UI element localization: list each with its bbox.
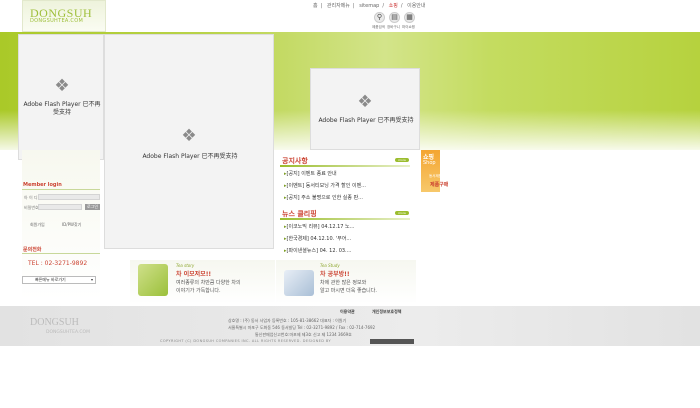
shop-banner-text: 동서제품을 [429, 174, 446, 178]
shop-banner-cta: 제품구매 [430, 182, 449, 188]
tea-study-text: 알고 마시면 더욱 좋습니다. [320, 288, 377, 294]
password-input[interactable] [38, 204, 82, 210]
flash-placeholder-center: ❖ Adobe Flash Player 已不再受支持 [104, 34, 274, 249]
id-label: 아 이 디 [24, 195, 38, 200]
flash-message: Adobe Flash Player 已不再受支持 [142, 153, 238, 160]
tea-story-text: 이야기가 가득합니다. [176, 288, 221, 294]
footer-privacy-link[interactable]: 개인정보보호정책 [372, 309, 401, 315]
footer-logo-subtitle: DONGSUHTEA.COM [46, 330, 90, 335]
divider [22, 189, 100, 190]
top-link-shop[interactable]: 쇼핑 [389, 3, 398, 9]
top-links: 홈 | 관리자메뉴 | sitemap / 쇼핑 / 이용안내 [313, 3, 426, 9]
flash-placeholder-left: ❖ Adobe Flash Player 已不再受支持 [18, 34, 104, 160]
contact-phone: TEL : 02-3271-9892 [28, 260, 88, 267]
tea-story-image [138, 264, 168, 296]
tool-label-myshop: 마이쇼핑 [402, 25, 415, 29]
contact-title: 문의전화 [23, 247, 42, 253]
flash-message: Adobe Flash Player 已不再受支持 [23, 101, 101, 116]
footer-logo: DONGSUH [30, 317, 79, 328]
tea-study-text: 차에 관한 많은 정보와 [320, 280, 367, 286]
notice-item[interactable]: ▸[이벤트] 동서티모닝 가격 할인 이벤... [284, 182, 366, 189]
footer-copyright: COPYRIGHT (C) DONGSUH COMPANIES INC. ALL… [160, 339, 332, 343]
flash-message: Adobe Flash Player 已不再受支持 [318, 117, 414, 124]
flash-placeholder-right: ❖ Adobe Flash Player 已不再受支持 [310, 68, 420, 150]
puzzle-icon: ❖ [181, 126, 197, 146]
login-button[interactable]: 로그인 [85, 204, 100, 210]
cart-icon[interactable]: ▤ [389, 12, 400, 23]
quick-menu-select[interactable]: 빠른메뉴 바로가기 ▾ [22, 276, 96, 284]
footer-terms-link[interactable]: 이용약관 [340, 309, 355, 315]
tea-story-title: 차 이모저모!! [176, 271, 212, 278]
top-link-guide[interactable]: 이용안내 [407, 3, 425, 9]
tea-story-tag: Tea story [176, 263, 195, 268]
bag-icon[interactable]: ▦ [404, 12, 415, 23]
login-title: Member login [23, 182, 62, 188]
notice-item[interactable]: ▸[공지] 주소 불명으로 인한 실종 판... [284, 194, 363, 201]
top-link-home[interactable]: 홈 [313, 3, 318, 9]
tea-study-title: 차 공부방!! [320, 271, 350, 278]
tea-study-tag: Tea Study [320, 263, 340, 268]
news-item[interactable]: ▸[파이낸셜뉴스] 04. 12. 03.... [284, 247, 351, 254]
tea-story-text: 여러종류의 차만큼 다양한 차의 [176, 280, 241, 286]
news-item[interactable]: ▸[이코노믹 리뷰] 04.12.17 노... [284, 223, 354, 230]
logo-subtitle: DONGSUHTEA.COM [30, 18, 84, 24]
footer-registration-line: 통신판매업신고번호:마포제 제3호 신고 제 1234 3669호 [255, 332, 352, 337]
id-input[interactable] [38, 194, 100, 200]
puzzle-icon: ❖ [357, 92, 373, 112]
news-more-button[interactable]: more [395, 211, 409, 215]
tool-label-cart: 장바구니 [387, 25, 400, 29]
footer-company-line: 상호명 : (주) 동서 사업자 등록번호 : 105-81-38662 대표자… [228, 318, 347, 323]
password-label: 비밀번호 [24, 205, 39, 210]
find-id-pw-link[interactable]: ID/PW찾기 [62, 222, 81, 228]
join-link[interactable]: 회원가입 [30, 222, 45, 228]
divider [280, 218, 410, 220]
tool-label-search: 제품검색 [372, 25, 385, 29]
news-item[interactable]: ▸[한국경제] 04.12.10. '부어... [284, 235, 351, 242]
designer-badge [370, 339, 414, 344]
magnifier-icon[interactable]: ⚲ [374, 12, 385, 23]
top-link-sitemap[interactable]: sitemap [359, 3, 379, 9]
tea-study-image [284, 270, 314, 296]
chevron-down-icon: ▾ [90, 277, 93, 282]
notice-more-button[interactable]: more [395, 158, 409, 162]
quick-menu-selected: 빠른메뉴 바로가기 [35, 277, 66, 282]
puzzle-icon: ❖ [54, 76, 70, 96]
divider [22, 253, 100, 254]
top-link-admin[interactable]: 관리자메뉴 [327, 3, 350, 9]
divider [280, 165, 410, 167]
footer-address-line: 서울특별시 마포구 도화동 546 동서빌딩 Tel : 02-3271-989… [228, 325, 376, 330]
notice-item[interactable]: ▸[공지] 이벤트 종료 안내 [284, 170, 337, 177]
